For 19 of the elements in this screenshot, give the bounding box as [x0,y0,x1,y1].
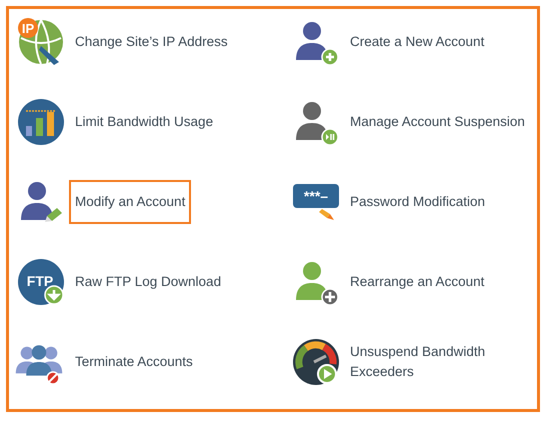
tool-link[interactable]: Rearrange an Account [344,260,490,304]
pen-icon [39,46,59,65]
tool-link[interactable]: Limit Bandwidth Usage [69,100,220,144]
tool-link[interactable]: Password Modification [344,180,492,224]
bar-chart-icon [17,98,65,146]
gauge-icon [292,338,340,386]
tool-link[interactable]: Terminate Accounts [69,340,199,384]
tool-link[interactable]: Create a New Account [344,20,490,64]
icon-label: FTP [26,273,54,289]
password-field-icon [293,184,339,208]
tool-link[interactable]: Manage Account Suspension [344,100,531,144]
ip-badge [18,18,38,38]
icon-label: ***– [304,188,328,204]
icon-label: IP [22,21,34,36]
tool-link[interactable]: Raw FTP Log Download [69,260,228,304]
tool-link[interactable]: Modify an Account [69,180,192,224]
pencil-icon [319,209,334,220]
tool-link[interactable]: Change Site’s IP Address [69,20,234,64]
tool-link[interactable]: Unsuspend Bandwidth Exceeders [344,330,537,394]
